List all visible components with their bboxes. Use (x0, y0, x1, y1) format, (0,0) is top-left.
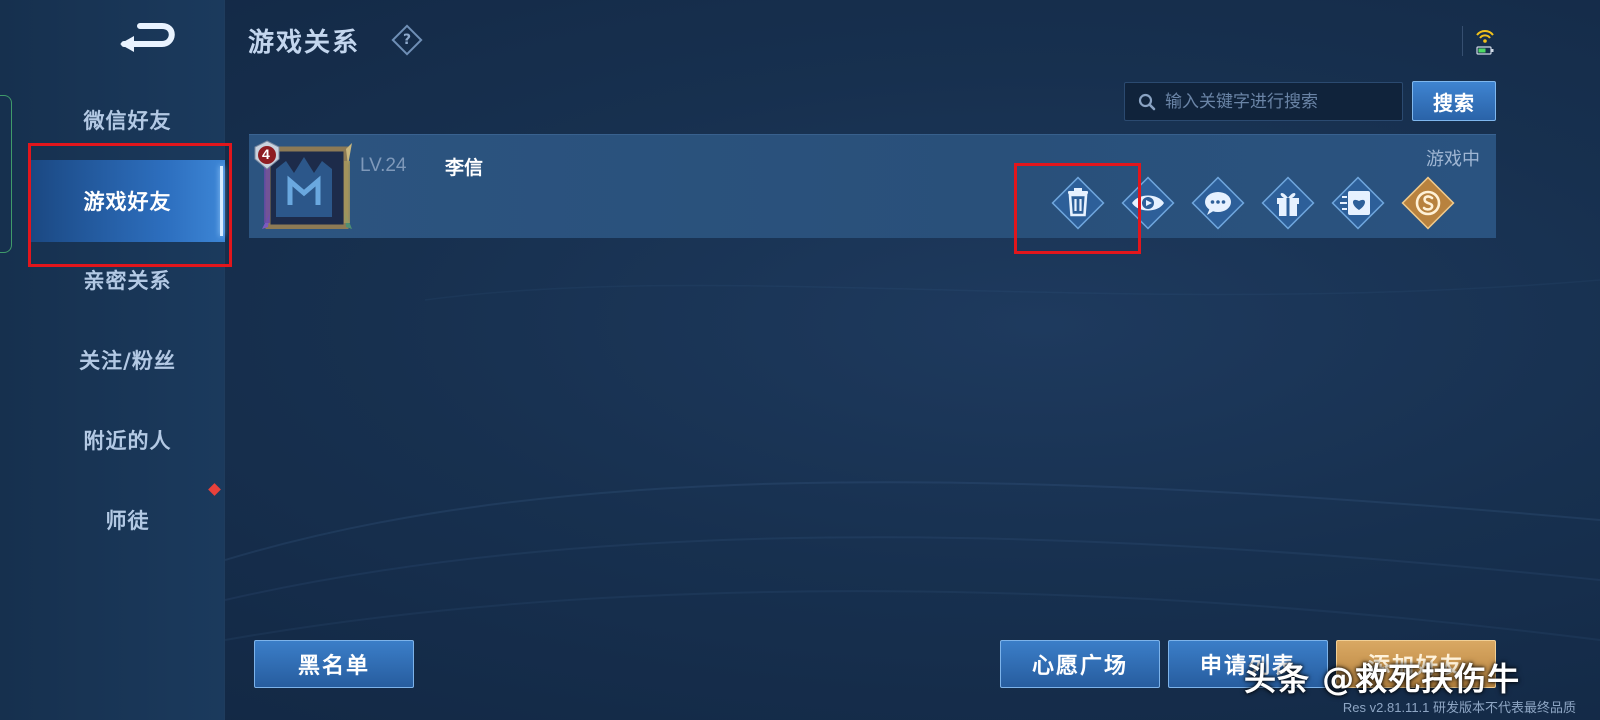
highlight-box-sidebar (28, 143, 232, 267)
sidebar-item-label: 师徒 (105, 509, 150, 533)
watermark: 头条 @救死扶伤牛 (1244, 660, 1521, 698)
friend-level: LV.24 (360, 155, 407, 176)
blacklist-button[interactable]: 黑名单 (254, 640, 414, 688)
intimacy-button[interactable] (1330, 175, 1386, 231)
wishlist-button[interactable]: 心愿广场 (1000, 640, 1160, 688)
sidebar-item-wechat-friends[interactable]: 微信好友 (30, 90, 225, 150)
sidebar-item-label: 关注/粉丝 (79, 349, 176, 373)
gift-button[interactable] (1260, 175, 1316, 231)
help-icon[interactable]: ? (391, 24, 423, 56)
sidebar-item-nearby[interactable]: 附近的人 (30, 410, 225, 470)
sidebar-edge-indicator (0, 95, 12, 253)
search-icon (1138, 93, 1156, 111)
rank-badge-number: 4 (262, 146, 270, 162)
highlight-box-delete (1014, 163, 1141, 254)
sidebar: 微信好友 游戏好友 亲密关系 关注/粉丝 附近的人 师徒 (0, 0, 225, 720)
friend-name: 李信 (445, 157, 484, 179)
search-input[interactable] (1165, 91, 1385, 112)
sidebar-item-mentorship[interactable]: 师徒 (30, 490, 225, 550)
search-field[interactable] (1124, 82, 1403, 121)
sidebar-item-label: 微信好友 (83, 109, 172, 133)
search-button[interactable]: 搜索 (1412, 81, 1496, 121)
sidebar-item-follow-fans[interactable]: 关注/粉丝 (30, 330, 225, 390)
header-divider (1462, 26, 1463, 56)
coin-button[interactable] (1400, 175, 1456, 231)
back-arrow-icon[interactable] (118, 18, 184, 58)
chat-button[interactable] (1190, 175, 1246, 231)
friend-list-item[interactable]: 4 LV.24 李信 游戏中 (249, 134, 1496, 238)
friend-status: 游戏中 (1426, 149, 1480, 170)
sidebar-item-label: 亲密关系 (83, 269, 172, 293)
network-battery-icon (1476, 30, 1494, 55)
page-title: 游戏关系 (248, 28, 361, 58)
sidebar-item-label: 附近的人 (83, 429, 172, 453)
